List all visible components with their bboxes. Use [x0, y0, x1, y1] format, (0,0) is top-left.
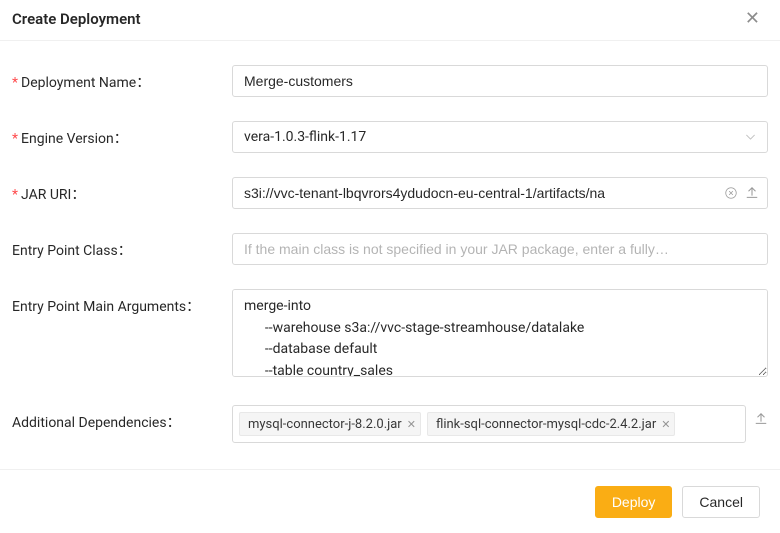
upload-icon[interactable]: [754, 405, 768, 426]
engine-version-select[interactable]: vera-1.0.3-flink-1.17: [232, 121, 768, 153]
jar-uri-input[interactable]: [244, 185, 717, 201]
deployment-name-input[interactable]: [232, 65, 768, 97]
row-engine-version: *Engine Version： vera-1.0.3-flink-1.17: [12, 121, 768, 153]
upload-icon[interactable]: [745, 186, 759, 200]
label-entry-point-class: Entry Point Class：: [12, 233, 232, 260]
close-icon[interactable]: ✕: [745, 10, 760, 28]
dependency-tag-label: mysql-connector-j-8.2.0.jar: [248, 417, 402, 432]
chevron-down-icon: [745, 132, 756, 143]
engine-version-value: vera-1.0.3-flink-1.17: [244, 129, 366, 145]
dependency-tag: mysql-connector-j-8.2.0.jar ✕: [239, 412, 421, 436]
row-additional-dependencies: Additional Dependencies： mysql-connector…: [12, 405, 768, 443]
modal-title: Create Deployment: [12, 10, 141, 28]
cancel-button[interactable]: Cancel: [682, 486, 760, 518]
label-additional-dependencies: Additional Dependencies：: [12, 405, 232, 432]
dependency-tag-label: flink-sql-connector-mysql-cdc-2.4.2.jar: [436, 417, 656, 432]
deploy-button[interactable]: Deploy: [595, 486, 673, 518]
tag-remove-icon[interactable]: ✕: [661, 418, 670, 431]
tag-remove-icon[interactable]: ✕: [407, 418, 416, 431]
row-entry-point-class: Entry Point Class：: [12, 233, 768, 265]
entry-point-class-input[interactable]: [232, 233, 768, 265]
modal-header: Create Deployment ✕: [0, 0, 780, 41]
label-engine-version: *Engine Version：: [12, 121, 232, 148]
row-jar-uri: *JAR URI：: [12, 177, 768, 209]
row-entry-point-args: Entry Point Main Arguments：: [12, 289, 768, 381]
modal-body: *Deployment Name： *Engine Version： vera-…: [0, 41, 780, 475]
modal-footer: Deploy Cancel: [0, 469, 780, 533]
dependency-tag: flink-sql-connector-mysql-cdc-2.4.2.jar …: [427, 412, 676, 436]
label-jar-uri: *JAR URI：: [12, 177, 232, 204]
dependencies-tag-box[interactable]: mysql-connector-j-8.2.0.jar ✕ flink-sql-…: [232, 405, 746, 443]
clear-icon[interactable]: [725, 187, 737, 199]
label-deployment-name: *Deployment Name：: [12, 65, 232, 92]
row-deployment-name: *Deployment Name：: [12, 65, 768, 97]
entry-point-args-textarea[interactable]: [232, 289, 768, 377]
label-entry-point-args: Entry Point Main Arguments：: [12, 289, 232, 316]
jar-uri-wrap: [232, 177, 768, 209]
